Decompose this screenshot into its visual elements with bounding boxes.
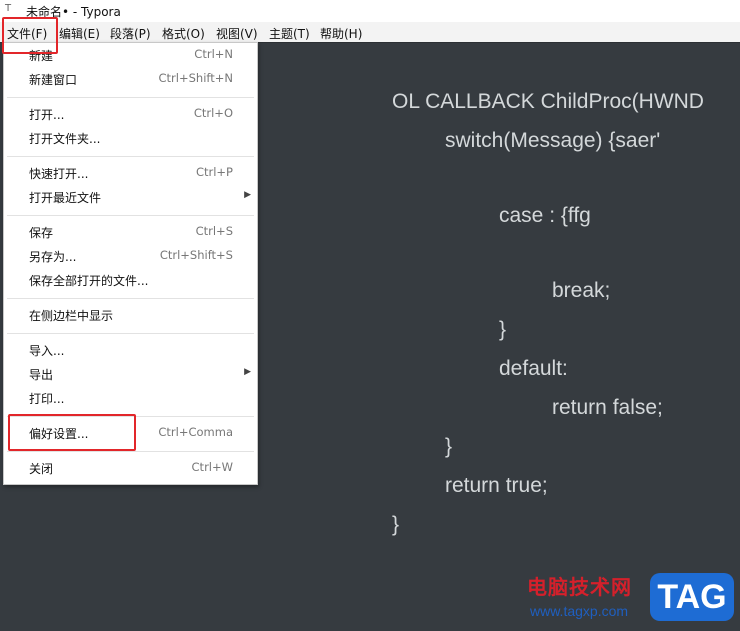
code-line: } xyxy=(445,435,453,458)
menu-item-import[interactable]: 导入... xyxy=(4,340,257,360)
menu-item-shortcut: Ctrl+W xyxy=(191,460,233,474)
code-line: return false; xyxy=(552,396,663,419)
menu-item-label: 新建窗口 xyxy=(29,73,78,87)
code-line: } xyxy=(392,513,400,536)
menu-item-save-all[interactable]: 保存全部打开的文件... xyxy=(4,270,257,290)
menu-item-print[interactable]: 打印... xyxy=(4,388,257,408)
menu-separator xyxy=(7,298,254,299)
menu-item-reveal-in-sidebar[interactable]: 在侧边栏中显示 xyxy=(4,305,257,325)
menu-item-open-recent[interactable]: 打开最近文件 ▶ xyxy=(4,187,257,207)
code-line: break; xyxy=(552,279,611,302)
menu-item-export[interactable]: 导出 ▶ xyxy=(4,364,257,384)
menu-separator xyxy=(7,416,254,417)
file-dropdown-menu: 新建 Ctrl+N 新建窗口 Ctrl+Shift+N 打开... Ctrl+O… xyxy=(3,42,258,485)
menu-item-new-window[interactable]: 新建窗口 Ctrl+Shift+N xyxy=(4,69,257,89)
menu-item-quick-open[interactable]: 快速打开... Ctrl+P xyxy=(4,163,257,183)
menu-item-open-folder[interactable]: 打开文件夹... xyxy=(4,128,257,148)
menu-item-label: 导入... xyxy=(29,344,65,358)
menu-item-label: 快速打开... xyxy=(29,167,89,181)
code-line: OL CALLBACK ChildProc(HWND xyxy=(392,90,704,113)
menu-item-shortcut: Ctrl+S xyxy=(195,224,233,238)
watermark-tag-logo: TAG xyxy=(650,573,734,621)
menu-item-shortcut: Ctrl+N xyxy=(194,47,233,61)
menu-item-label: 打开文件夹... xyxy=(29,132,101,146)
menu-item-save-as[interactable]: 另存为... Ctrl+Shift+S xyxy=(4,246,257,266)
menu-paragraph[interactable]: 段落(P) xyxy=(110,25,151,42)
menu-item-preferences[interactable]: 偏好设置... Ctrl+Comma xyxy=(4,423,257,443)
title-bar: T 未命名• - Typora xyxy=(0,0,740,22)
code-line: switch(Message) {saer' xyxy=(445,129,661,152)
menu-item-label: 偏好设置... xyxy=(29,427,89,441)
menu-separator xyxy=(7,97,254,98)
typora-icon: T xyxy=(5,3,12,14)
menu-item-shortcut: Ctrl+Shift+S xyxy=(159,248,233,262)
menu-file[interactable]: 文件(F) xyxy=(7,25,47,42)
code-line: return true; xyxy=(445,474,548,497)
menu-format[interactable]: 格式(O) xyxy=(162,25,205,42)
menu-item-label: 打印... xyxy=(29,392,65,406)
watermark-url: www.tagxp.com xyxy=(530,603,629,619)
menu-item-label: 打开... xyxy=(29,108,65,122)
submenu-arrow-icon: ▶ xyxy=(244,367,251,377)
menu-item-shortcut: Ctrl+Comma xyxy=(158,425,233,439)
code-line: } xyxy=(499,318,507,341)
menu-item-new[interactable]: 新建 Ctrl+N xyxy=(4,45,257,65)
menu-help[interactable]: 帮助(H) xyxy=(320,25,362,42)
submenu-arrow-icon: ▶ xyxy=(244,190,251,200)
menu-item-close[interactable]: 关闭 Ctrl+W xyxy=(4,458,257,478)
menu-item-shortcut: Ctrl+O xyxy=(193,106,233,120)
menu-view[interactable]: 视图(V) xyxy=(216,25,258,42)
menu-edit[interactable]: 编辑(E) xyxy=(59,25,100,42)
watermark-site-name: 电脑技术网 xyxy=(527,575,632,599)
code-line: default: xyxy=(499,357,568,380)
menu-item-label: 关闭 xyxy=(29,462,54,476)
menu-separator xyxy=(7,156,254,157)
menu-item-shortcut: Ctrl+P xyxy=(195,165,233,179)
menu-item-label: 打开最近文件 xyxy=(29,191,102,205)
menu-item-label: 保存全部打开的文件... xyxy=(29,274,149,288)
menu-item-open[interactable]: 打开... Ctrl+O xyxy=(4,104,257,124)
menu-theme[interactable]: 主题(T) xyxy=(269,25,310,42)
menu-separator xyxy=(7,451,254,452)
menu-item-shortcut: Ctrl+Shift+N xyxy=(158,71,233,85)
window-title: 未命名• - Typora xyxy=(26,5,121,19)
menu-item-label: 在侧边栏中显示 xyxy=(29,309,114,323)
menu-item-label: 另存为... xyxy=(29,250,77,264)
menu-item-label: 新建 xyxy=(29,49,54,63)
code-line: case : {ffg xyxy=(499,204,591,227)
menu-bar: 文件(F) 编辑(E) 段落(P) 格式(O) 视图(V) 主题(T) 帮助(H… xyxy=(0,22,740,42)
menu-item-save[interactable]: 保存 Ctrl+S xyxy=(4,222,257,242)
menu-separator xyxy=(7,333,254,334)
menu-item-label: 导出 xyxy=(29,368,54,382)
menu-item-label: 保存 xyxy=(29,226,54,240)
menu-separator xyxy=(7,215,254,216)
